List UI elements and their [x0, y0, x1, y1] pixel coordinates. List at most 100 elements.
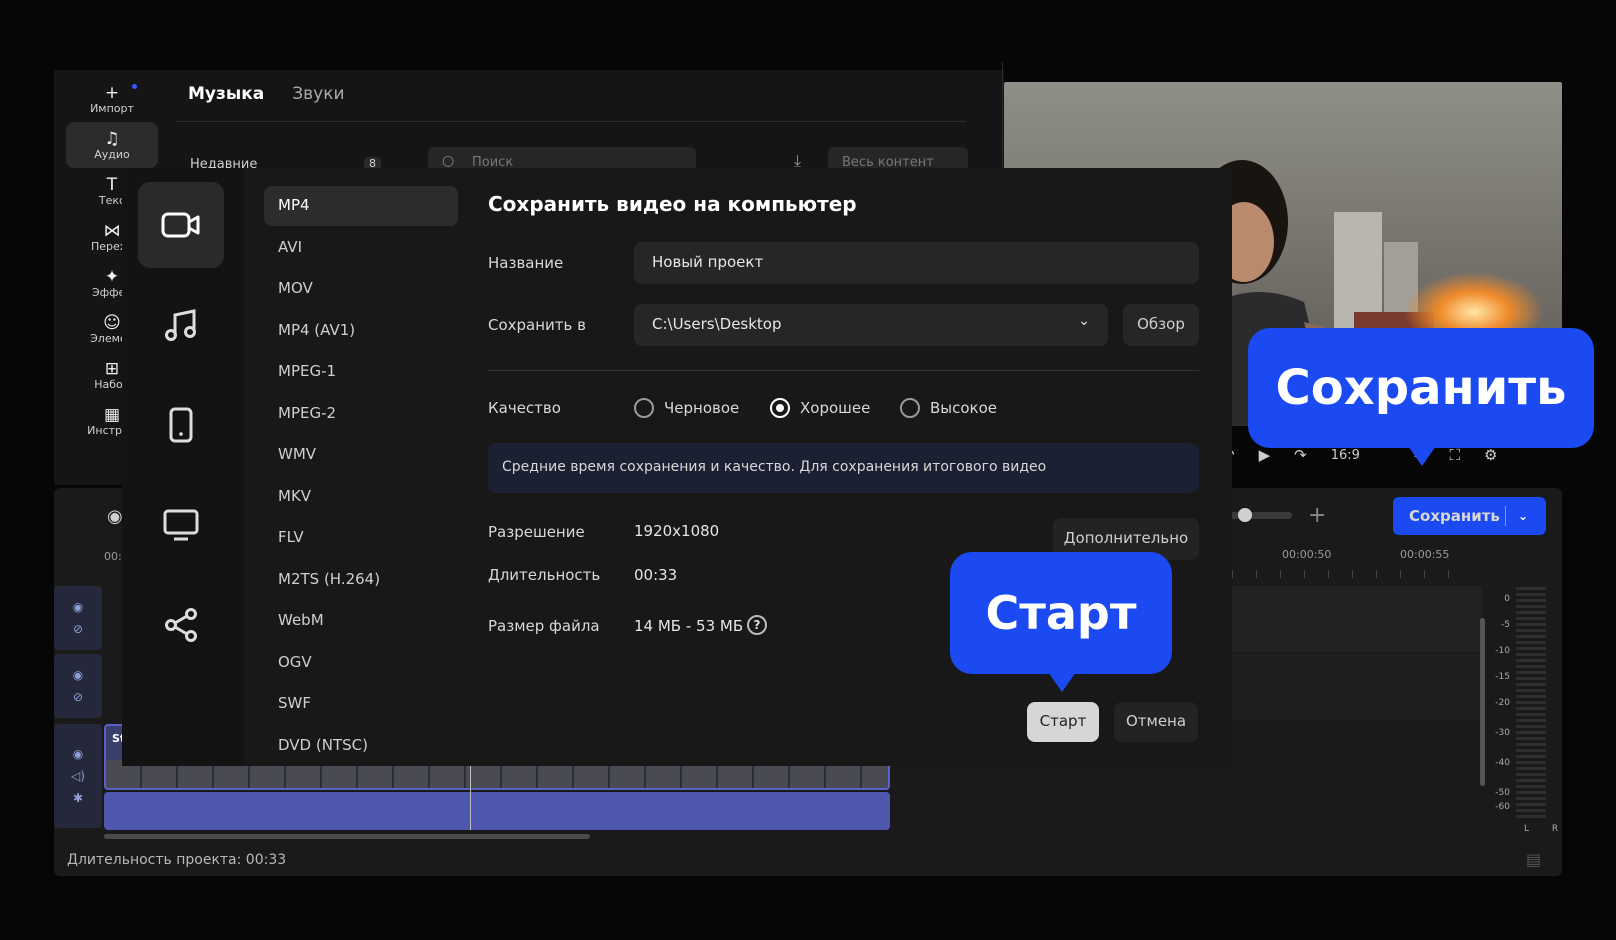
audio-clip[interactable]: [104, 792, 890, 830]
audio-meter-scale: 0 -5 -10 -15 -20 -30 -40 -50 -60: [1486, 594, 1510, 824]
radio-button[interactable]: [634, 398, 654, 418]
eye-icon[interactable]: ◉: [73, 668, 83, 682]
callout-pointer: [1048, 672, 1076, 692]
horizontal-scrollbar[interactable]: [104, 834, 590, 839]
redo-icon[interactable]: ↷: [1294, 446, 1307, 464]
format-item-mkv[interactable]: MKV: [264, 477, 458, 517]
radio-button-selected[interactable]: [770, 398, 790, 418]
export-share-category[interactable]: [138, 582, 224, 668]
volume-icon[interactable]: ◁): [71, 769, 85, 783]
export-video-category[interactable]: [138, 182, 224, 268]
vertical-scrollbar[interactable]: [1480, 618, 1485, 786]
library-tabs: Музыка Звуки: [188, 84, 345, 104]
zoom-slider-handle[interactable]: [1238, 508, 1252, 522]
meter-label: -5: [1501, 620, 1510, 630]
eye-icon[interactable]: ◉: [73, 747, 83, 761]
settings-icon[interactable]: ⚙: [1484, 446, 1497, 464]
track-controls: ◉ ◁) ✱: [54, 724, 102, 828]
smiley-icon: ☺: [103, 312, 121, 333]
play-icon[interactable]: ▶: [1259, 446, 1271, 464]
save-button-label: Сохранить: [1409, 507, 1500, 525]
grid-icon[interactable]: ▤: [1526, 850, 1541, 869]
chevron-down-icon[interactable]: ⌄: [1506, 509, 1528, 523]
format-list: MP4 AVI MOV MP4 (AV1) MPEG-1 MPEG-2 WMV …: [264, 186, 460, 766]
format-item-mpeg2[interactable]: MPEG-2: [264, 394, 458, 434]
monitor-icon: [163, 509, 199, 541]
resolution-label: Разрешение: [488, 523, 585, 541]
export-audio-category[interactable]: [138, 282, 224, 368]
format-item-avi[interactable]: AVI: [264, 228, 458, 268]
format-item-swf[interactable]: SWF: [264, 684, 458, 724]
export-tv-category[interactable]: [138, 482, 224, 568]
eye-icon[interactable]: ◉: [73, 600, 83, 614]
meter-label: -15: [1495, 672, 1510, 682]
record-icon[interactable]: ◉: [107, 506, 123, 527]
format-item-m2ts[interactable]: M2TS (H.264): [264, 560, 458, 600]
name-label: Название: [488, 254, 564, 272]
project-name-input[interactable]: Новый проект: [634, 242, 1199, 284]
duration-label: Длительность: [488, 566, 601, 584]
unlink-icon[interactable]: ⊘: [73, 690, 83, 704]
save-path-select[interactable]: C:\Users\Desktop ⌄: [634, 304, 1108, 346]
audio-level-meter: [1516, 586, 1546, 818]
tab-music[interactable]: Музыка: [188, 84, 264, 104]
radio-label: Высокое: [930, 399, 998, 417]
meter-label: -40: [1495, 758, 1510, 768]
sidebar-item-label: Импорт: [90, 101, 134, 115]
meter-label: -60: [1495, 802, 1510, 812]
tab-sounds[interactable]: Звуки: [292, 84, 344, 104]
meter-label: -20: [1495, 698, 1510, 708]
start-button[interactable]: Старт: [1027, 702, 1099, 742]
fullscreen-icon[interactable]: ⛶: [1449, 446, 1460, 464]
save-path-value: C:\Users\Desktop: [652, 315, 782, 333]
sidebar-item-import[interactable]: + Импорт: [66, 76, 158, 122]
zoom-in-icon[interactable]: +: [1308, 503, 1326, 528]
browse-button[interactable]: Обзор: [1123, 304, 1199, 346]
ruler-ticks: [1232, 570, 1472, 578]
quality-label: Качество: [488, 399, 561, 417]
format-item-mp4-av1[interactable]: MP4 (AV1): [264, 311, 458, 351]
music-icon: [165, 309, 196, 341]
ruler-label: 00:00:55: [1400, 548, 1450, 561]
save-button[interactable]: Сохранить ⌄: [1393, 497, 1546, 535]
quality-option-high[interactable]: Высокое: [900, 398, 997, 418]
radio-button[interactable]: [900, 398, 920, 418]
meter-label: -30: [1495, 728, 1510, 738]
aspect-ratio[interactable]: 16:9: [1331, 448, 1360, 463]
format-item-wmv[interactable]: WMV: [264, 435, 458, 475]
format-item-mp4[interactable]: MP4: [264, 186, 458, 226]
radio-label: Хорошее: [800, 399, 871, 417]
duration-value: 00:33: [634, 566, 678, 584]
export-device-category[interactable]: [138, 382, 224, 468]
help-icon[interactable]: ?: [747, 615, 767, 635]
grid-tools-icon: ▦: [103, 404, 121, 425]
quality-option-good[interactable]: Хорошее: [770, 398, 870, 418]
save-callout: Сохранить: [1248, 328, 1594, 448]
sidebar-item-audio[interactable]: ♫ Аудио: [66, 122, 158, 168]
format-item-webm[interactable]: WebM: [264, 601, 458, 641]
format-item-ogv[interactable]: OGV: [264, 643, 458, 683]
share-icon: [165, 608, 197, 642]
timeline-track: [1232, 586, 1482, 652]
playhead[interactable]: [470, 764, 471, 830]
filesize-label: Размер файла: [488, 617, 600, 635]
text-icon: T: [106, 174, 118, 195]
meter-label: -50: [1495, 788, 1510, 798]
meter-channels: L R: [1524, 824, 1569, 834]
project-name-value: Новый проект: [652, 253, 764, 271]
phone-icon: [169, 407, 193, 443]
effects-icon[interactable]: ✱: [73, 791, 83, 805]
format-item-dvd-ntsc[interactable]: DVD (NTSC): [264, 726, 458, 766]
meter-label: -10: [1495, 646, 1510, 656]
cancel-button[interactable]: Отмена: [1114, 702, 1198, 742]
new-indicator-dot: [132, 84, 137, 89]
unlink-icon[interactable]: ⊘: [73, 622, 83, 636]
format-item-mpeg1[interactable]: MPEG-1: [264, 352, 458, 392]
format-item-flv[interactable]: FLV: [264, 518, 458, 558]
quality-option-draft[interactable]: Черновое: [634, 398, 739, 418]
player-controls: ↶ ▶ ↷ 16:9 ◁ ⛶ ⚙: [1222, 446, 1497, 464]
filesize-value: 14 МБ - 53 МБ: [634, 617, 744, 635]
plus-icon: +: [104, 82, 120, 103]
format-item-mov[interactable]: MOV: [264, 269, 458, 309]
dialog-divider: [488, 370, 1199, 371]
